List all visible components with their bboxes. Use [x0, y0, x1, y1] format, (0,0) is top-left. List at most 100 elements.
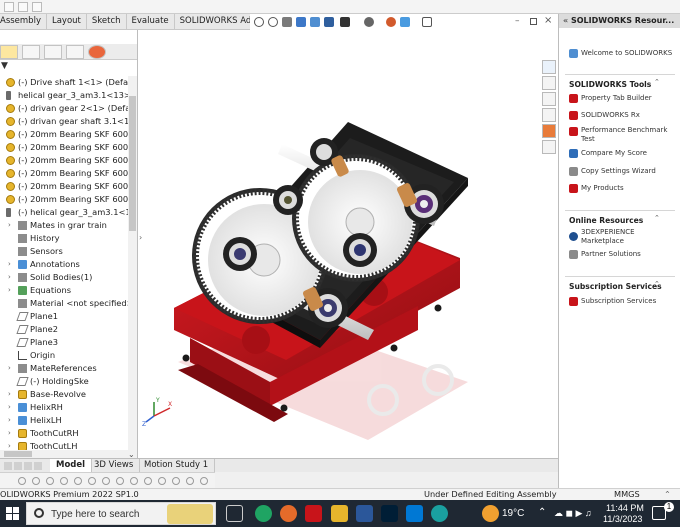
view-palette-icon[interactable]: [542, 108, 556, 122]
tree-item[interactable]: (-) drivan gear shaft 3.1<1> (D: [0, 115, 128, 128]
taskbar-search-box[interactable]: Type here to search: [26, 502, 216, 525]
hide-show-items-icon[interactable]: [364, 17, 374, 27]
tree-item[interactable]: Material <not specified>: [0, 297, 128, 310]
expand-arrow-icon[interactable]: ›: [8, 271, 11, 284]
solidworks-taskbar-icon[interactable]: [305, 505, 322, 522]
view-settings-icon[interactable]: [422, 17, 432, 27]
zoom-to-fit-icon[interactable]: [254, 17, 264, 27]
toolbar-icon[interactable]: [102, 477, 110, 485]
tab-sketch[interactable]: Sketch: [87, 14, 127, 30]
windows-start-icon[interactable]: [6, 507, 19, 520]
partner-solutions-link[interactable]: Partner Solutions: [581, 250, 677, 259]
my-products-link[interactable]: My Products: [581, 184, 677, 193]
tree-item[interactable]: History: [0, 232, 128, 245]
tree-item[interactable]: › HelixLH: [0, 414, 128, 427]
clock-date[interactable]: 11/3/2023: [603, 514, 642, 524]
feature-tree-tab-icon[interactable]: [0, 45, 18, 59]
photoshop-icon[interactable]: [381, 505, 398, 522]
restore-icon[interactable]: [530, 18, 537, 25]
quick-access-icon[interactable]: [18, 2, 28, 12]
toolbar-icon[interactable]: [200, 477, 208, 485]
expand-arrow-icon[interactable]: ›: [8, 440, 11, 450]
last-tab-icon[interactable]: [34, 462, 42, 470]
dynamic-annotation-icon[interactable]: [310, 17, 320, 27]
prev-tab-icon[interactable]: [14, 462, 22, 470]
property-manager-tab-icon[interactable]: [22, 45, 40, 59]
tree-item[interactable]: (-) 20mm Bearing SKF 6004 RS: [0, 141, 128, 154]
graphics-area[interactable]: X Y Z ›: [138, 30, 558, 458]
unit-system[interactable]: MMGS: [614, 489, 640, 500]
app-icon[interactable]: [431, 505, 448, 522]
subscription-services-link[interactable]: Subscription Services: [581, 297, 677, 306]
tree-item[interactable]: › Equations: [0, 284, 128, 297]
home-icon[interactable]: [542, 60, 556, 74]
tab-motion-study[interactable]: Motion Study 1: [138, 459, 216, 473]
toolbar-icon[interactable]: [172, 477, 180, 485]
toolbar-icon[interactable]: [116, 477, 124, 485]
toolbar-icon[interactable]: [74, 477, 82, 485]
toolbar-icon[interactable]: [32, 477, 40, 485]
pane-collapse-icon[interactable]: «: [563, 16, 568, 25]
tab-3d-views[interactable]: 3D Views: [88, 459, 141, 473]
tree-item[interactable]: › ToothCutLH: [0, 440, 128, 450]
view-orientation-icon[interactable]: [324, 17, 334, 27]
chrome-icon[interactable]: [255, 505, 272, 522]
collapse-icon[interactable]: ⌃: [654, 214, 660, 222]
toolbar-icon[interactable]: [88, 477, 96, 485]
tree-vertical-scrollbar[interactable]: [128, 76, 137, 450]
tree-item[interactable]: (-) helical gear_3_am3.1<14> (: [0, 206, 128, 219]
tree-item[interactable]: › HelixRH: [0, 401, 128, 414]
tree-item[interactable]: (-) Drive shaft 1<1> (Default): [0, 76, 128, 89]
expand-panel-icon[interactable]: ›: [139, 233, 142, 242]
tree-item[interactable]: (-) 20mm Bearing SKF 6004 RS: [0, 154, 128, 167]
tray-icons[interactable]: ☁ ◼ ▶ ♫: [554, 508, 592, 519]
dimxpert-tab-icon[interactable]: [66, 45, 84, 59]
apply-scene-icon[interactable]: [400, 17, 410, 27]
tree-item[interactable]: (-) drivan gear 2<1> (Default): [0, 102, 128, 115]
tree-item[interactable]: (-) 20mm Bearing SKF 6004 RS: [0, 128, 128, 141]
file-explorer-icon[interactable]: [542, 92, 556, 106]
expand-arrow-icon[interactable]: ›: [8, 219, 11, 232]
tab-layout[interactable]: Layout: [47, 14, 87, 30]
marketplace-link[interactable]: 3DEXPERIENCE Marketplace: [581, 228, 677, 246]
status-options-icon[interactable]: ⌃: [664, 489, 671, 500]
tab-evaluate[interactable]: Evaluate: [127, 14, 175, 30]
tree-item[interactable]: › Base-Revolve: [0, 388, 128, 401]
solidworks-rx-link[interactable]: SOLIDWORKS Rx: [581, 111, 677, 120]
expand-arrow-icon[interactable]: ›: [8, 258, 11, 271]
edge-icon[interactable]: [406, 505, 423, 522]
tree-item[interactable]: Plane1: [0, 310, 128, 323]
quick-access-icon[interactable]: [4, 2, 14, 12]
expand-arrow-icon[interactable]: ›: [8, 427, 11, 440]
word-icon[interactable]: [356, 505, 373, 522]
toolbar-icon[interactable]: [158, 477, 166, 485]
tree-item[interactable]: (-) 20mm Bearing SKF 6004 RS: [0, 167, 128, 180]
toolbar-icon[interactable]: [46, 477, 54, 485]
toolbar-icon[interactable]: [60, 477, 68, 485]
tab-model[interactable]: Model: [50, 459, 93, 473]
collapse-icon[interactable]: ⌃: [654, 280, 660, 288]
tree-item[interactable]: Origin: [0, 349, 128, 362]
expand-arrow-icon[interactable]: ›: [8, 388, 11, 401]
configuration-manager-tab-icon[interactable]: [44, 45, 62, 59]
tree-item[interactable]: Plane3: [0, 336, 128, 349]
tree-item[interactable]: › Mates in grar train: [0, 219, 128, 232]
property-tab-builder-link[interactable]: Property Tab Builder: [581, 94, 677, 103]
copy-settings-link[interactable]: Copy Settings Wizard: [581, 167, 677, 176]
file-explorer-icon[interactable]: [331, 505, 348, 522]
welcome-link[interactable]: Welcome to SOLIDWORKS: [581, 49, 677, 58]
tree-item[interactable]: › Annotations: [0, 258, 128, 271]
performance-benchmark-link[interactable]: Performance Benchmark Test: [581, 126, 677, 144]
toolbar-icon[interactable]: [130, 477, 138, 485]
quick-access-icon[interactable]: [32, 2, 42, 12]
expand-arrow-icon[interactable]: ›: [8, 401, 11, 414]
compare-score-link[interactable]: Compare My Score: [581, 149, 677, 158]
tree-item[interactable]: Plane2: [0, 323, 128, 336]
tree-item[interactable]: helical gear_3_am3.1<13> (: [0, 89, 128, 102]
weather-temp[interactable]: 19°C: [502, 508, 524, 519]
toolbar-icon[interactable]: [18, 477, 26, 485]
toolbar-icon[interactable]: [186, 477, 194, 485]
tree-item[interactable]: (-) HoldingSke: [0, 375, 128, 388]
task-view-icon[interactable]: [226, 505, 243, 522]
filter-icon[interactable]: ▼: [0, 61, 137, 73]
